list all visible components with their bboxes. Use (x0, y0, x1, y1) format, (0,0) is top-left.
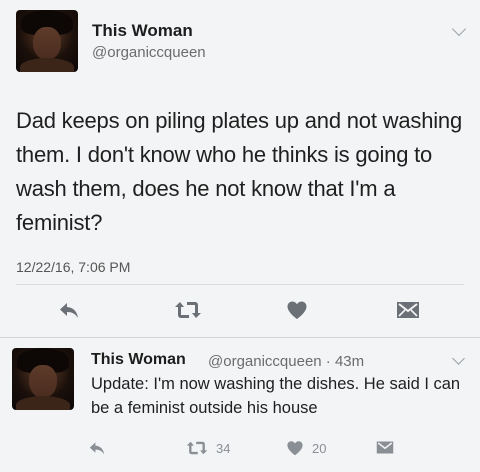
author-handle[interactable]: @organiccqueen (92, 44, 206, 61)
reply-like-button[interactable]: 20 (286, 440, 326, 456)
chevron-down-icon[interactable] (452, 352, 465, 365)
like-count: 20 (312, 440, 327, 456)
main-tweet: This Woman @organiccqueen Dad keeps on p… (0, 0, 480, 338)
avatar-shoulders (15, 396, 71, 410)
avatar-face (33, 27, 61, 60)
timeline: This Woman @organiccqueen Dad keeps on p… (0, 0, 480, 472)
reply-reply-button[interactable] (88, 440, 106, 456)
reply-dm-button[interactable] (376, 440, 394, 455)
divider (16, 284, 464, 285)
retweet-button[interactable] (174, 300, 202, 320)
reply-author-name[interactable]: This Woman (91, 351, 186, 369)
envelope-icon (397, 302, 419, 318)
retweet-count: 34 (216, 440, 231, 456)
retweet-icon (186, 441, 208, 455)
reply-button[interactable] (58, 300, 80, 320)
tweet-separator (0, 337, 480, 338)
tweet-timestamp[interactable]: 12/22/16, 7:06 PM (16, 259, 130, 275)
like-button[interactable] (286, 300, 308, 320)
retweet-icon (175, 302, 201, 318)
reply-retweet-button[interactable]: 34 (186, 440, 230, 456)
dm-button[interactable] (396, 300, 420, 320)
chevron-down-icon[interactable] (451, 21, 467, 37)
reply-arrow-icon (89, 442, 105, 455)
heart-icon (287, 441, 303, 456)
tweet-text: Dad keeps on piling plates up and not wa… (16, 108, 462, 235)
heart-icon (287, 301, 307, 319)
avatar-face (29, 365, 57, 398)
avatar[interactable] (16, 10, 78, 72)
reply-text: Update: I'm now washing the dishes. He s… (91, 375, 461, 417)
author-name[interactable]: This Woman (92, 21, 193, 41)
envelope-icon (376, 441, 394, 454)
reply-handle-time[interactable]: @organiccqueen · 43m (208, 353, 364, 370)
reply-avatar[interactable] (12, 348, 74, 410)
avatar-shoulders (19, 58, 75, 72)
reply-arrow-icon (60, 303, 78, 318)
